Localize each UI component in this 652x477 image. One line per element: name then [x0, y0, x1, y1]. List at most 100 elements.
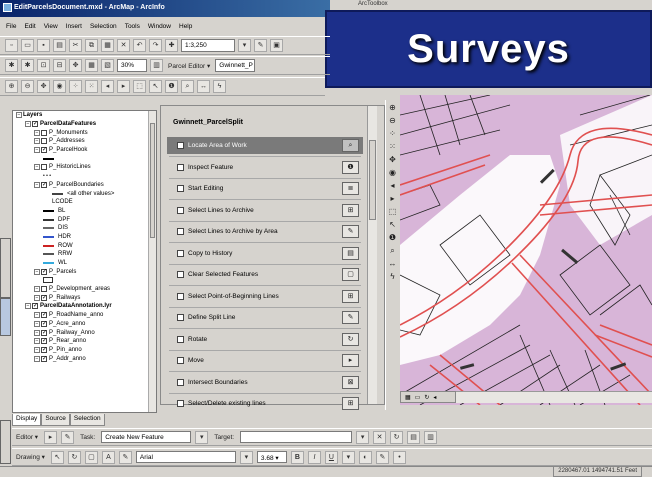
measure-icon[interactable]: ↔ [388, 259, 398, 269]
full-extent-icon[interactable]: ◉ [388, 168, 398, 178]
toc-item[interactable]: − P_Monuments [13, 128, 156, 137]
map-scale-combo[interactable]: 1:3,250 [181, 39, 235, 52]
expand-toggle-icon[interactable]: − [34, 286, 40, 293]
parcel-layer-combo[interactable]: Gwinnett_P [215, 59, 256, 72]
save-icon[interactable]: ▪ [37, 39, 50, 52]
rotate-tool-icon[interactable]: ↻ [390, 430, 404, 444]
cut-icon[interactable]: ✂ [69, 39, 82, 52]
parcel-task-row[interactable]: Rotate ↻ [167, 331, 363, 348]
drawing-menu[interactable]: Drawing ▾ [14, 453, 47, 461]
task-tool-icon[interactable]: ❶ [342, 160, 359, 174]
data-view-icon[interactable]: ▦ [405, 394, 411, 401]
menu-selection[interactable]: Selection [90, 23, 117, 35]
expand-toggle-icon[interactable]: − [34, 129, 40, 136]
task-checkbox[interactable] [177, 378, 184, 386]
toc-item[interactable]: − ✓ P_Addr_anno [13, 354, 156, 363]
parcel-editor-menu[interactable]: Parcel Editor ▾ [166, 62, 212, 70]
toc-item[interactable]: DIS [13, 224, 156, 233]
task-tool-icon[interactable]: ↻ [342, 332, 359, 346]
task-tool-icon[interactable]: ▤ [342, 246, 359, 260]
parcel-scroll-thumb[interactable] [369, 140, 376, 220]
paste-icon[interactable]: ▦ [101, 39, 114, 52]
zoom-in-fixed-icon[interactable]: ✱ [5, 59, 18, 72]
parcel-task-row[interactable]: Define Split Line ✎ [167, 309, 363, 326]
menu-file[interactable]: File [6, 23, 16, 35]
zoom-whole-page-icon[interactable]: ▦ [85, 59, 98, 72]
full-extent-icon[interactable]: ◉ [53, 80, 66, 93]
toc-item[interactable] [13, 154, 156, 163]
rotate-element-icon[interactable]: ↻ [67, 450, 81, 464]
fixed-zoom-in-icon[interactable]: ⁘ [388, 129, 398, 139]
expand-toggle-icon[interactable]: − [25, 303, 31, 310]
text-tool-icon[interactable]: A [101, 450, 115, 464]
find-icon[interactable]: ⌕ [181, 80, 194, 93]
page-pan-icon[interactable]: ✥ [69, 59, 82, 72]
task-combo[interactable]: Create New Feature [101, 431, 192, 443]
toc-item[interactable]: − ✓ ParcelDataAnnotation.lyr [13, 302, 156, 311]
background-window-left-2[interactable] [0, 298, 11, 336]
toc-item[interactable]: − ✓ P_Parcels [13, 267, 156, 276]
parcel-task-row[interactable]: Select/Delete existing lines ⊞ [167, 395, 363, 412]
task-tool-icon[interactable]: ⌕ [342, 139, 359, 152]
layer-visibility-checkbox[interactable]: ✓ [32, 121, 38, 128]
identify-icon[interactable]: ❶ [165, 80, 178, 93]
layer-visibility-checkbox[interactable]: ✓ [41, 181, 47, 188]
toc-item[interactable]: • • • [13, 172, 156, 181]
layer-visibility-checkbox[interactable] [41, 129, 47, 136]
select-features-icon[interactable]: ⬚ [388, 207, 398, 217]
task-tool-icon[interactable]: ⊞ [342, 203, 359, 217]
expand-toggle-icon[interactable]: − [34, 147, 40, 154]
toc-item[interactable]: WL [13, 259, 156, 268]
parcel-panel-scrollbar[interactable] [367, 106, 377, 404]
expand-toggle-icon[interactable]: − [34, 312, 40, 319]
toc-item[interactable]: − ✓ P_Acre_anno [13, 320, 156, 329]
split-tool-icon[interactable]: ✕ [373, 430, 387, 444]
sketch-tool-icon[interactable]: ✎ [61, 430, 75, 444]
parcel-task-row[interactable]: Select Point-of-Beginning Lines ⊞ [167, 288, 363, 305]
expand-toggle-icon[interactable]: − [34, 329, 40, 336]
hyperlink-icon[interactable]: ϟ [388, 272, 398, 282]
toc-item[interactable]: − P_HistoricLines [13, 163, 156, 172]
italic-button[interactable]: I [307, 450, 321, 464]
layer-visibility-checkbox[interactable]: ✓ [41, 329, 47, 336]
toc-item[interactable]: <all other values> [13, 189, 156, 198]
toc-scroll-thumb[interactable] [150, 123, 155, 238]
print-icon[interactable]: ▤ [53, 39, 66, 52]
expand-toggle-icon[interactable]: − [34, 338, 40, 345]
fixed-zoom-out-icon[interactable]: ⁙ [388, 142, 398, 152]
task-checkbox[interactable] [177, 228, 184, 235]
layout-view-icon[interactable]: ▭ [415, 394, 421, 401]
back-extent-icon[interactable]: ◂ [388, 181, 398, 191]
task-tool-icon[interactable]: ✎ [342, 311, 359, 324]
pan-icon[interactable]: ✥ [37, 80, 50, 93]
hyperlink-icon[interactable]: ϟ [213, 80, 226, 93]
expand-toggle-icon[interactable]: − [34, 294, 40, 301]
page-zoom-icon[interactable]: ⊡ [37, 59, 50, 72]
task-checkbox[interactable] [177, 335, 184, 343]
marker-color-icon[interactable]: • [392, 450, 406, 464]
menu-tools[interactable]: Tools [125, 23, 140, 35]
task-checkbox[interactable] [177, 271, 184, 278]
target-dropdown-icon[interactable]: ▾ [356, 430, 370, 444]
font-size-combo[interactable]: 3.68 ▾ [256, 451, 287, 463]
line-color-icon[interactable]: ✎ [375, 450, 389, 464]
layer-visibility-checkbox[interactable]: ✓ [41, 312, 47, 319]
expand-toggle-icon[interactable]: − [25, 121, 31, 128]
underline-button[interactable]: U [324, 450, 338, 464]
menu-insert[interactable]: Insert [66, 23, 82, 35]
zoom-out-fixed-icon[interactable]: ✱ [21, 59, 34, 72]
tab-display[interactable]: Display [12, 414, 42, 426]
task-tool-icon[interactable]: ▢ [342, 268, 359, 281]
add-data-icon[interactable]: ✚ [165, 39, 178, 52]
measure-icon[interactable]: ↔ [197, 80, 210, 93]
task-tool-icon[interactable]: ⊠ [342, 375, 359, 389]
arctoolbox-icon[interactable]: ▣ [270, 39, 283, 52]
task-checkbox[interactable] [177, 185, 184, 192]
layer-visibility-checkbox[interactable]: ✓ [41, 294, 47, 301]
task-checkbox[interactable] [177, 292, 184, 300]
map-horizontal-scrollbar[interactable] [456, 391, 652, 403]
fill-color-icon[interactable]: ◐ [358, 450, 372, 464]
target-combo[interactable] [240, 431, 353, 443]
zoom-in-icon[interactable]: ⊕ [388, 103, 398, 113]
tab-source[interactable]: Source [41, 414, 70, 426]
